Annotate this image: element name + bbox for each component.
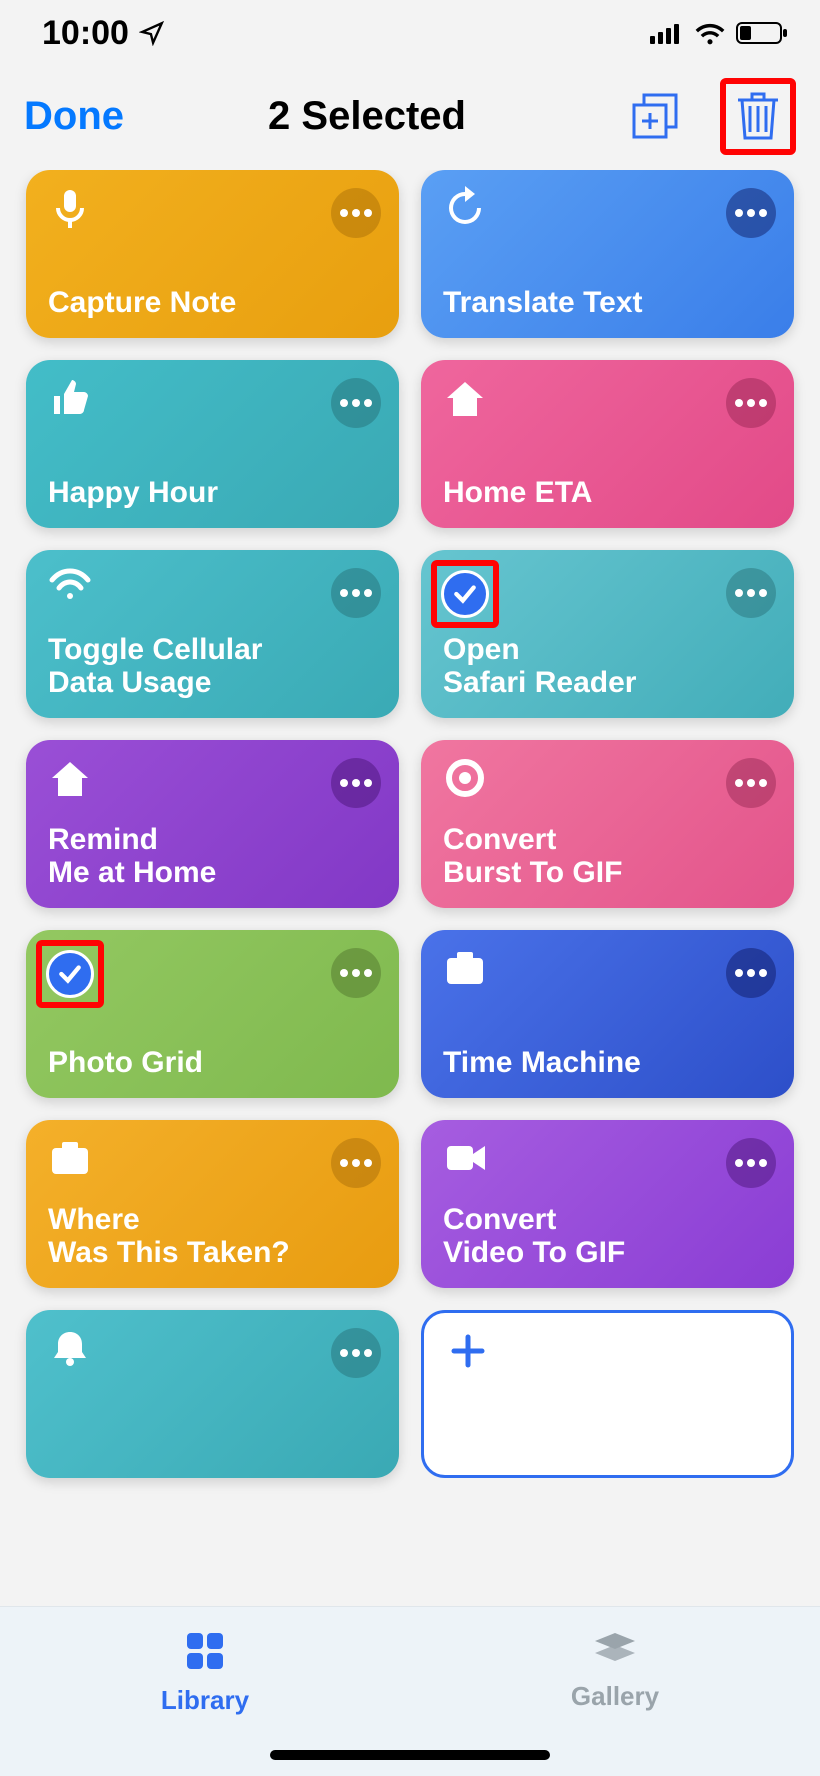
folder-plus-icon bbox=[630, 91, 680, 141]
status-bar: 10:00 bbox=[0, 0, 820, 66]
navigation-bar: Done 2 Selected bbox=[0, 66, 820, 166]
tile-more-button[interactable] bbox=[331, 948, 381, 998]
tile-more-button[interactable] bbox=[726, 188, 776, 238]
tile-more-button[interactable] bbox=[331, 378, 381, 428]
shortcut-tile[interactable]: Time Machine bbox=[421, 930, 794, 1098]
tile-more-button[interactable] bbox=[726, 758, 776, 808]
library-icon bbox=[183, 1629, 227, 1673]
tile-title: Remind Me at Home bbox=[48, 823, 377, 890]
location-icon bbox=[139, 20, 165, 46]
trash-icon bbox=[736, 88, 780, 140]
tile-title: Open Safari Reader bbox=[443, 633, 772, 700]
wifi-icon bbox=[694, 21, 726, 45]
tile-title: Where Was This Taken? bbox=[48, 1203, 377, 1270]
tile-title: Happy Hour bbox=[48, 476, 377, 510]
shortcut-tile[interactable]: Convert Video To GIF bbox=[421, 1120, 794, 1288]
shortcut-tile[interactable]: Translate Text bbox=[421, 170, 794, 338]
cellular-icon bbox=[650, 22, 684, 44]
shortcuts-grid: Capture Note Translate Text Happy Hour Home… bbox=[26, 170, 794, 1478]
tile-more-button[interactable] bbox=[726, 378, 776, 428]
add-shortcut-tile[interactable] bbox=[421, 1310, 794, 1478]
tile-title: Translate Text bbox=[443, 286, 772, 320]
tile-more-button[interactable] bbox=[331, 188, 381, 238]
video-icon bbox=[443, 1136, 487, 1180]
shortcut-tile[interactable]: Photo Grid bbox=[26, 930, 399, 1098]
battery-icon bbox=[736, 21, 788, 45]
tile-title: Toggle Cellular Data Usage bbox=[48, 633, 377, 700]
status-time: 10:00 bbox=[42, 14, 165, 53]
tile-title: Capture Note bbox=[48, 286, 377, 320]
camera-icon bbox=[443, 946, 487, 990]
tile-title: Photo Grid bbox=[48, 1046, 377, 1080]
tile-more-button[interactable] bbox=[726, 948, 776, 998]
tile-title: Convert Video To GIF bbox=[443, 1203, 772, 1270]
tile-more-button[interactable] bbox=[331, 758, 381, 808]
tile-title: Home ETA bbox=[443, 476, 772, 510]
check-icon bbox=[57, 961, 83, 987]
selection-check[interactable] bbox=[36, 940, 104, 1008]
shortcut-tile[interactable]: Open Safari Reader bbox=[421, 550, 794, 718]
tile-more-button[interactable] bbox=[331, 1138, 381, 1188]
delete-button[interactable] bbox=[720, 78, 796, 155]
add-to-folder-button[interactable] bbox=[630, 91, 680, 141]
camera-icon bbox=[48, 1136, 92, 1180]
shortcut-tile[interactable]: Toggle Cellular Data Usage bbox=[26, 550, 399, 718]
tab-gallery-label: Gallery bbox=[571, 1681, 659, 1712]
selection-check[interactable] bbox=[431, 560, 499, 628]
tile-more-button[interactable] bbox=[331, 568, 381, 618]
shortcut-tile[interactable]: Where Was This Taken? bbox=[26, 1120, 399, 1288]
mic-icon bbox=[48, 186, 92, 230]
wifi-icon bbox=[48, 566, 92, 602]
tile-title: Convert Burst To GIF bbox=[443, 823, 772, 890]
target-icon bbox=[443, 756, 487, 800]
check-icon bbox=[452, 581, 478, 607]
tile-more-button[interactable] bbox=[331, 1328, 381, 1378]
shortcut-tile[interactable]: Happy Hour bbox=[26, 360, 399, 528]
home-icon bbox=[443, 376, 487, 420]
thumb-icon bbox=[48, 376, 92, 420]
shortcut-tile[interactable]: Remind Me at Home bbox=[26, 740, 399, 908]
shortcut-tile[interactable]: Home ETA bbox=[421, 360, 794, 528]
home-indicator[interactable] bbox=[270, 1750, 550, 1760]
bell-icon bbox=[48, 1326, 92, 1370]
plus-icon bbox=[446, 1329, 490, 1373]
gallery-icon bbox=[591, 1629, 639, 1669]
home-icon bbox=[48, 756, 92, 800]
tile-more-button[interactable] bbox=[726, 568, 776, 618]
tab-library-label: Library bbox=[161, 1685, 249, 1716]
status-time-text: 10:00 bbox=[42, 14, 129, 53]
shortcut-tile[interactable] bbox=[26, 1310, 399, 1478]
nav-title: 2 Selected bbox=[104, 94, 630, 139]
shortcuts-grid-container: Capture Note Translate Text Happy Hour Home… bbox=[0, 170, 820, 1606]
shortcut-tile[interactable]: Convert Burst To GIF bbox=[421, 740, 794, 908]
shortcut-tile[interactable]: Capture Note bbox=[26, 170, 399, 338]
tile-more-button[interactable] bbox=[726, 1138, 776, 1188]
sync-icon bbox=[443, 186, 487, 230]
tile-title: Time Machine bbox=[443, 1046, 772, 1080]
